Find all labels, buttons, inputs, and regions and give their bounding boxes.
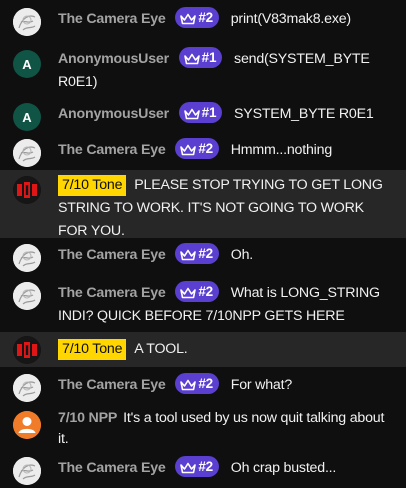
- red-logo-icon: [13, 336, 41, 364]
- author-name[interactable]: The Camera Eye: [58, 285, 166, 301]
- author-avatar[interactable]: A: [13, 50, 41, 78]
- message-text: print(V83mak8.exe): [230, 11, 351, 27]
- member-badge: #2: [175, 138, 219, 159]
- author-name[interactable]: AnonymousUser: [58, 51, 169, 67]
- member-badge: #2: [175, 7, 219, 28]
- author-avatar[interactable]: [13, 244, 41, 272]
- author-name[interactable]: The Camera Eye: [58, 247, 166, 263]
- chat-message: The Camera Eye #2 For what?: [0, 373, 406, 402]
- author-name[interactable]: The Camera Eye: [58, 377, 166, 393]
- author-name[interactable]: The Camera Eye: [58, 460, 166, 476]
- chat-message-highlighted: 7/10 Tone A TOOL.: [0, 332, 406, 367]
- author-avatar[interactable]: [13, 8, 41, 36]
- crown-icon: [180, 379, 196, 391]
- author-avatar[interactable]: [13, 411, 41, 439]
- chat-message: The Camera Eye #2 Oh.: [0, 243, 406, 272]
- author-avatar[interactable]: [13, 176, 41, 204]
- message-text: SYSTEM_BYTE R0E1: [234, 106, 374, 122]
- chat-message: The Camera Eye #2 Oh crap busted...: [0, 456, 406, 485]
- message-text: For what?: [230, 377, 293, 393]
- chat-message: A AnonymousUser #1 SYSTEM_BYTE R0E1: [0, 102, 406, 131]
- author-name[interactable]: 7/10 NPP: [58, 410, 117, 426]
- sketch-avatar-icon: [13, 374, 41, 402]
- crown-icon: [180, 13, 196, 25]
- owner-author-chip[interactable]: 7/10 Tone: [58, 175, 127, 196]
- member-badge: #2: [175, 281, 219, 302]
- author-name[interactable]: The Camera Eye: [58, 11, 166, 27]
- crown-icon: [184, 53, 200, 65]
- crown-icon: [180, 144, 196, 156]
- chat-message: 7/10 NPP It's a tool used by us now quit …: [0, 408, 406, 454]
- member-badge: #1: [178, 47, 223, 68]
- avatar-letter: A: [22, 109, 32, 125]
- message-text: Oh crap busted...: [230, 460, 337, 476]
- crown-icon: [184, 108, 200, 120]
- author-avatar[interactable]: [13, 336, 41, 364]
- sketch-avatar-icon: [13, 8, 41, 36]
- sketch-avatar-icon: [13, 282, 41, 310]
- author-avatar[interactable]: A: [13, 103, 41, 131]
- chat-message: A AnonymousUser #1 send(SYSTEM_BYTE R0E1…: [0, 47, 406, 95]
- member-badge: #2: [175, 243, 219, 264]
- member-badge: #1: [178, 102, 223, 123]
- crown-icon: [180, 249, 196, 261]
- live-chat: The Camera Eye #2 print(V83mak8.exe) A A…: [0, 0, 406, 488]
- crown-icon: [180, 287, 196, 299]
- chat-message: The Camera Eye #2 Hmmm...nothing: [0, 138, 406, 167]
- sketch-avatar-icon: [13, 244, 41, 272]
- chat-message: The Camera Eye #2 What is LONG_STRING IN…: [0, 281, 406, 329]
- sketch-avatar-icon: [13, 139, 41, 167]
- message-text: Hmmm...nothing: [230, 142, 333, 158]
- author-name[interactable]: The Camera Eye: [58, 142, 166, 158]
- sketch-avatar-icon: [13, 457, 41, 485]
- author-avatar[interactable]: [13, 282, 41, 310]
- owner-author-chip[interactable]: 7/10 Tone: [58, 339, 127, 360]
- red-logo-icon: [13, 176, 41, 204]
- author-avatar[interactable]: [13, 139, 41, 167]
- author-name[interactable]: AnonymousUser: [58, 106, 169, 122]
- crown-icon: [180, 462, 196, 474]
- message-text: A TOOL.: [134, 341, 188, 357]
- chat-message-highlighted: 7/10 Tone PLEASE STOP TRYING TO GET LONG …: [0, 170, 406, 239]
- person-icon: [13, 411, 41, 439]
- author-avatar[interactable]: [13, 457, 41, 485]
- author-avatar[interactable]: [13, 374, 41, 402]
- chat-message: The Camera Eye #2 print(V83mak8.exe): [0, 7, 406, 36]
- member-badge: #2: [175, 456, 219, 477]
- message-text: Oh.: [230, 247, 254, 263]
- avatar-letter: A: [22, 56, 32, 72]
- member-badge: #2: [175, 373, 219, 394]
